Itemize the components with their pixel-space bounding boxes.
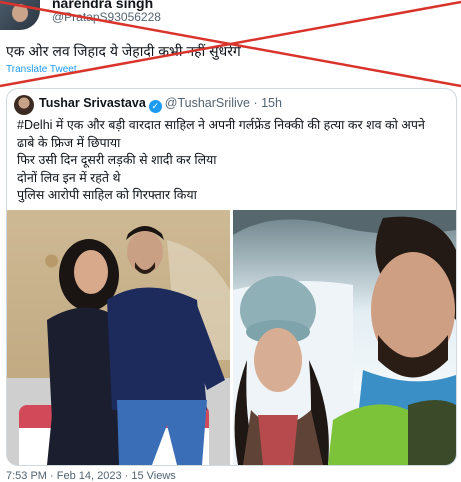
verified-badge-icon: ✓ [148,100,162,113]
quoted-tweet-text: #Delhi में एक और बड़ी वारदात साहिल ने अप… [17,117,425,205]
photo-couple-indoor[interactable] [7,210,230,465]
quoted-media [7,210,456,465]
quoted-line: ढाबे के फ्रिज में छिपाया [17,135,121,150]
quoted-tweet-header: Tushar Srivastava ✓ @TusharSrilive · 15h [39,96,282,113]
photo-couple-snow-drawing [233,210,456,465]
author-handle[interactable]: @PratapS93056228 [52,10,161,24]
tweet-timestamp[interactable]: 7:53 PM · Feb 14, 2023 · 15 Views [6,470,176,482]
translate-link[interactable]: Translate Tweet [6,64,77,75]
tweet-text: एक ओर लव जिहाद ये जेहादी कभी नहीं सुधरें… [6,43,241,59]
photo-couple-indoor-drawing [7,226,230,465]
quoted-line: दोनों लिव इन में रहते थे [17,170,121,185]
quoted-line: #Delhi में एक और बड़ी वारदात साहिल ने अप… [17,118,425,132]
photo-couple-snow[interactable] [233,210,456,465]
quoted-line: पुलिस आरोपी साहिल को गिरफ्तार किया [17,188,197,202]
quoted-tweet-card[interactable]: Tushar Srivastava ✓ @TusharSrilive · 15h #… [6,88,457,466]
quoted-author-handle[interactable]: @TusharSrilive [165,96,250,110]
quoted-author-name[interactable]: Tushar Srivastava [39,96,146,110]
author-avatar[interactable] [0,0,40,30]
quoted-author-avatar[interactable] [14,95,34,115]
quoted-tweet-time[interactable]: · 15h [253,96,282,110]
quoted-line: फिर उसी दिन दूसरी लड़की से शादी कर लिया [17,153,217,167]
